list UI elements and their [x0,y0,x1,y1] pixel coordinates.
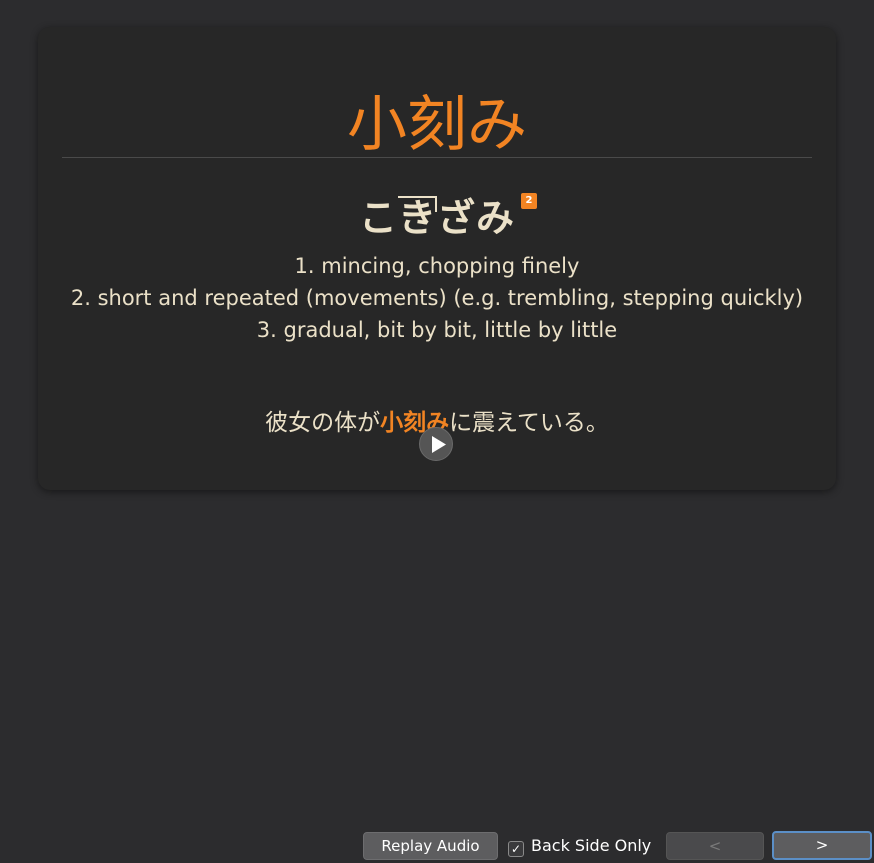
back-side-only-label: Back Side Only [531,836,652,855]
definitions: 1. mincing, chopping finely 2. short and… [38,250,836,346]
play-icon [432,436,446,453]
play-audio-button[interactable] [419,427,453,461]
sentence-before: 彼女の体が [265,410,381,436]
headword: 小刻み [347,90,527,160]
back-side-only-toggle[interactable]: ✓ Back Side Only [508,835,651,857]
reading-before: こ [358,196,398,240]
pitch-number-badge: 2 [521,193,538,209]
reading: こきざみ 2 [358,193,538,240]
flashcard: 小刻み こきざみ 2 1. mincing, chopping finely 2… [38,27,836,490]
definition-item: 2. short and repeated (movements) (e.g. … [70,286,804,310]
reading-after: ざみ [437,196,516,240]
back-side-only-checkbox[interactable]: ✓ [508,841,524,857]
sentence-after: に震えている。 [449,410,609,436]
next-button[interactable]: > [772,831,872,860]
definition-item: 3. gradual, bit by bit, little by little [256,318,618,342]
reading-accented-mora: き [397,196,437,237]
definition-item: 1. mincing, chopping finely [294,254,580,278]
divider [62,157,812,158]
pitch-accent-line [397,196,437,212]
reading-row: こきざみ 2 [38,193,836,240]
replay-audio-button[interactable]: Replay Audio [363,832,498,860]
previous-button[interactable]: < [666,832,764,860]
